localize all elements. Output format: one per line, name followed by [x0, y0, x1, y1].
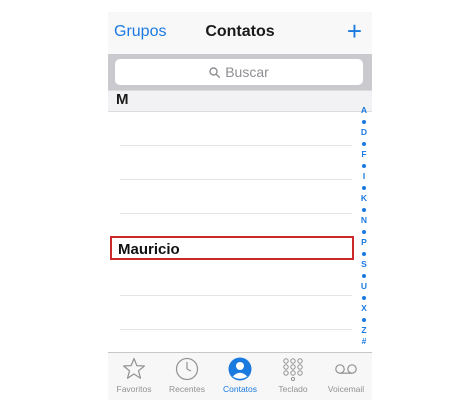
tab-label: Voicemail — [327, 384, 365, 394]
index-letter[interactable]: N — [358, 215, 370, 226]
list-item[interactable] — [120, 146, 352, 180]
index-dot-mark — [362, 295, 366, 300]
star-icon — [123, 357, 145, 379]
index-dot[interactable] — [358, 226, 370, 237]
list-item[interactable] — [120, 112, 352, 146]
index-dot-mark — [362, 141, 366, 146]
list-item[interactable] — [120, 262, 352, 296]
tab-label: Favoritos — [116, 384, 152, 394]
tab-bar: Favoritos Recentes Contatos Teclado Voic… — [108, 352, 372, 400]
tab-favoritos[interactable]: Favoritos — [108, 353, 160, 400]
index-dot[interactable] — [358, 138, 370, 149]
index-letter[interactable]: I — [358, 171, 370, 182]
index-dot-mark — [362, 207, 366, 212]
index-dot[interactable] — [358, 270, 370, 281]
index-letter[interactable]: S — [358, 259, 370, 270]
contact-list: M Mauricio — [108, 90, 372, 352]
index-dot-mark — [362, 273, 366, 278]
index-letter[interactable]: X — [358, 303, 370, 314]
person-icon — [228, 357, 252, 381]
tab-label: Teclado — [278, 384, 308, 394]
search-icon — [209, 66, 221, 78]
contacts-screen: Grupos Contatos + Buscar M Mauricio ADFI… — [108, 12, 372, 400]
tab-recentes[interactable]: Recentes — [161, 353, 213, 400]
list-item[interactable] — [120, 296, 352, 330]
list-item[interactable] — [120, 180, 352, 214]
index-letter[interactable]: A — [358, 105, 370, 116]
contact-row-highlighted[interactable]: Mauricio — [110, 236, 354, 260]
add-contact-button[interactable]: + — [347, 18, 362, 44]
index-letter[interactable]: D — [358, 127, 370, 138]
voicemail-icon — [335, 364, 357, 374]
index-letter[interactable]: Z — [358, 325, 370, 336]
index-dot[interactable] — [358, 204, 370, 215]
search-input[interactable]: Buscar — [115, 59, 363, 85]
tab-label: Recentes — [169, 384, 205, 394]
page-title: Contatos — [205, 23, 275, 40]
search-placeholder: Buscar — [225, 64, 269, 80]
index-dot[interactable] — [358, 292, 370, 303]
tab-label: Contatos — [222, 384, 258, 394]
index-dot-mark — [362, 163, 366, 168]
section-header: M — [108, 90, 372, 112]
clock-icon — [175, 357, 199, 381]
keypad-icon — [283, 358, 303, 381]
navigation-bar: Grupos Contatos + — [108, 12, 372, 54]
index-letter[interactable]: U — [358, 281, 370, 292]
index-dot[interactable] — [358, 182, 370, 193]
index-dot-mark — [362, 251, 366, 256]
tab-contatos[interactable]: Contatos — [214, 353, 266, 400]
index-letter[interactable]: P — [358, 237, 370, 248]
tab-teclado[interactable]: Teclado — [267, 353, 319, 400]
index-letter[interactable]: F — [358, 149, 370, 160]
index-dot[interactable] — [358, 160, 370, 171]
index-letter[interactable]: # — [358, 336, 370, 347]
index-dot[interactable] — [358, 248, 370, 259]
tab-voicemail[interactable]: Voicemail — [320, 353, 372, 400]
index-dot-mark — [362, 317, 366, 322]
section-letter: M — [116, 91, 129, 108]
index-letter[interactable]: K — [358, 193, 370, 204]
section-index-bar[interactable]: A D F I K N P S U X Z # — [358, 105, 370, 355]
index-dot[interactable] — [358, 116, 370, 127]
index-dot[interactable] — [358, 314, 370, 325]
index-dot-mark — [362, 185, 366, 190]
index-dot-mark — [362, 229, 366, 234]
index-dot-mark — [362, 119, 366, 124]
